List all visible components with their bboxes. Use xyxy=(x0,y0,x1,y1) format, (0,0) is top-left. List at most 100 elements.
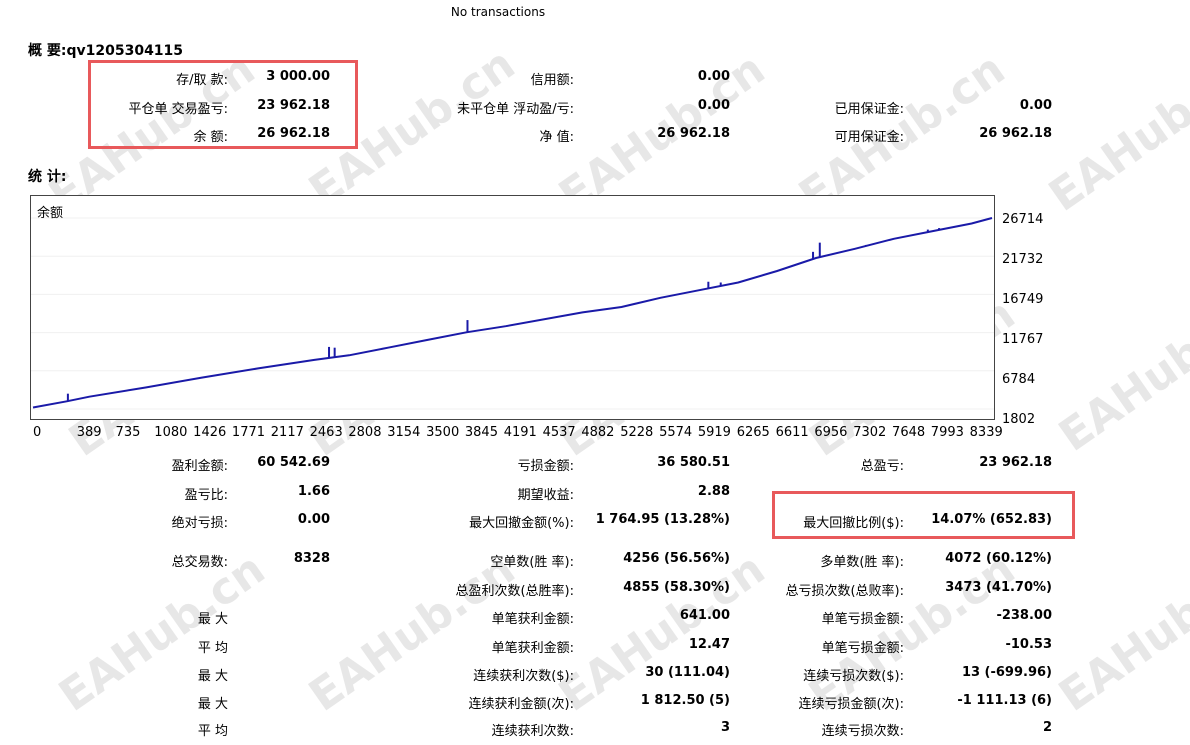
x-tick-label: 3154 xyxy=(387,425,421,440)
highlight-box-summary xyxy=(88,60,358,149)
credit-value: 0.00 xyxy=(697,69,730,84)
x-tick-label: 7302 xyxy=(853,425,887,440)
stats-label: 连续获利次数: xyxy=(491,724,574,739)
stats-label: 盈利金额: xyxy=(171,459,228,474)
x-tick-label: 7993 xyxy=(930,425,964,440)
stats-label: 最大回撤金额(%): xyxy=(469,516,574,531)
stats-label: 单笔获利金额: xyxy=(491,612,574,627)
watermark: EAHub.cn xyxy=(1050,543,1190,722)
stats-label: 期望收益: xyxy=(517,488,574,503)
stats-label: 最 大 xyxy=(197,612,228,627)
y-tick-label: 16749 xyxy=(1002,292,1044,307)
watermark: EAHub.cn xyxy=(1050,283,1190,462)
equity-value: 26 962.18 xyxy=(657,126,730,141)
stats-value: 30 (111.04) xyxy=(645,665,730,680)
y-tick-label: 6784 xyxy=(1002,372,1036,387)
x-tick-label: 2463 xyxy=(309,425,343,440)
stats-label: 连续获利金额(次): xyxy=(468,697,574,712)
stats-value: 4072 (60.12%) xyxy=(945,551,1052,566)
stats-label: 单笔亏损金额: xyxy=(821,641,904,656)
chart-title: 余额 xyxy=(37,206,64,221)
stats-value: 23 962.18 xyxy=(979,455,1052,470)
y-tick-label: 26714 xyxy=(1002,212,1044,227)
y-tick-label: 1802 xyxy=(1002,412,1036,427)
x-tick-label: 0 xyxy=(33,425,42,440)
x-tick-label: 6265 xyxy=(736,425,770,440)
stats-label: 连续亏损金额(次): xyxy=(798,697,904,712)
x-tick-label: 5574 xyxy=(659,425,693,440)
x-tick-label: 8339 xyxy=(969,425,1003,440)
x-tick-label: 4882 xyxy=(581,425,615,440)
stats-label: 连续亏损次数: xyxy=(821,724,904,739)
x-tick-label: 735 xyxy=(115,425,141,440)
stats-label: 最 大 xyxy=(197,697,228,712)
balance-chart-plot xyxy=(31,217,994,410)
stats-value: -238.00 xyxy=(996,608,1052,623)
x-tick-label: 5228 xyxy=(620,425,654,440)
credit-label: 信用额: xyxy=(530,73,574,88)
stats-label: 多单数(胜 率): xyxy=(820,555,904,570)
stats-value: 3 xyxy=(720,720,730,735)
stats-label: 盈亏比: xyxy=(184,488,228,503)
x-tick-label: 4537 xyxy=(542,425,576,440)
stats-value: 641.00 xyxy=(679,608,730,623)
stats-label: 最 大 xyxy=(197,669,228,684)
x-tick-label: 2117 xyxy=(270,425,304,440)
balance-chart: 余额 xyxy=(30,195,995,420)
stats-label: 连续亏损次数($): xyxy=(803,669,904,684)
x-tick-label: 4191 xyxy=(503,425,537,440)
margin-label: 已用保证金: xyxy=(834,102,904,117)
stats-label: 总盈亏: xyxy=(860,459,904,474)
y-tick-label: 21732 xyxy=(1002,252,1044,267)
margin-value: 0.00 xyxy=(1019,98,1052,113)
x-tick-label: 1426 xyxy=(193,425,227,440)
stats-value: 8328 xyxy=(293,551,330,566)
stats-value: 3473 (41.70%) xyxy=(945,580,1052,595)
stats-value: 12.47 xyxy=(688,637,730,652)
watermark: EAHub.cn xyxy=(1040,43,1190,222)
stats-label: 空单数(胜 率): xyxy=(490,555,574,570)
x-tick-label: 1771 xyxy=(231,425,266,440)
stats-value: 60 542.69 xyxy=(257,455,330,470)
stats-label: 平 均 xyxy=(197,641,228,656)
stats-value: -10.53 xyxy=(1005,637,1052,652)
x-tick-label: 5919 xyxy=(697,425,731,440)
stats-label: 亏损金额: xyxy=(517,459,574,474)
floating-pl-label: 未平仓单 浮动盈/亏: xyxy=(457,102,574,117)
x-tick-label: 7648 xyxy=(892,425,926,440)
stats-value: 0.00 xyxy=(297,512,330,527)
stats-value: -1 111.13 (6) xyxy=(957,693,1052,708)
free-margin-value: 26 962.18 xyxy=(979,126,1052,141)
stats-value: 36 580.51 xyxy=(657,455,730,470)
x-tick-label: 3500 xyxy=(426,425,460,440)
stats-value: 2 xyxy=(1042,720,1052,735)
stats-value: 1 764.95 (13.28%) xyxy=(595,512,730,527)
stats-label: 绝对亏损: xyxy=(171,516,228,531)
stats-value: 1.66 xyxy=(297,484,330,499)
stats-value: 1 812.50 (5) xyxy=(640,693,730,708)
stats-label: 单笔获利金额: xyxy=(491,641,574,656)
summary-heading: 概 要:qv1205304115 xyxy=(28,43,184,59)
highlight-box-drawdown xyxy=(772,491,1075,539)
report-title: No transactions xyxy=(450,5,546,19)
stats-value: 2.88 xyxy=(697,484,730,499)
stats-label: 总盈利次数(总胜率): xyxy=(455,584,574,599)
stats-value: 4855 (58.30%) xyxy=(623,580,730,595)
stats-label: 总亏损次数(总败率): xyxy=(785,584,904,599)
stats-label: 总交易数: xyxy=(171,555,228,570)
x-tick-label: 2808 xyxy=(348,425,382,440)
x-tick-label: 389 xyxy=(76,425,102,440)
x-tick-label: 3845 xyxy=(464,425,498,440)
x-tick-label: 1080 xyxy=(154,425,188,440)
stats-value: 13 (-699.96) xyxy=(961,665,1052,680)
stats-heading: 统 计: xyxy=(28,169,67,185)
balance-line xyxy=(32,217,993,409)
x-tick-label: 6611 xyxy=(775,425,809,440)
y-tick-label: 11767 xyxy=(1002,332,1044,347)
stats-label: 平 均 xyxy=(197,724,228,739)
x-tick-label: 6956 xyxy=(814,425,848,440)
stats-label: 连续获利次数($): xyxy=(473,669,574,684)
stats-value: 4256 (56.56%) xyxy=(623,551,730,566)
floating-pl-value: 0.00 xyxy=(697,98,730,113)
stats-label: 单笔亏损金额: xyxy=(821,612,904,627)
